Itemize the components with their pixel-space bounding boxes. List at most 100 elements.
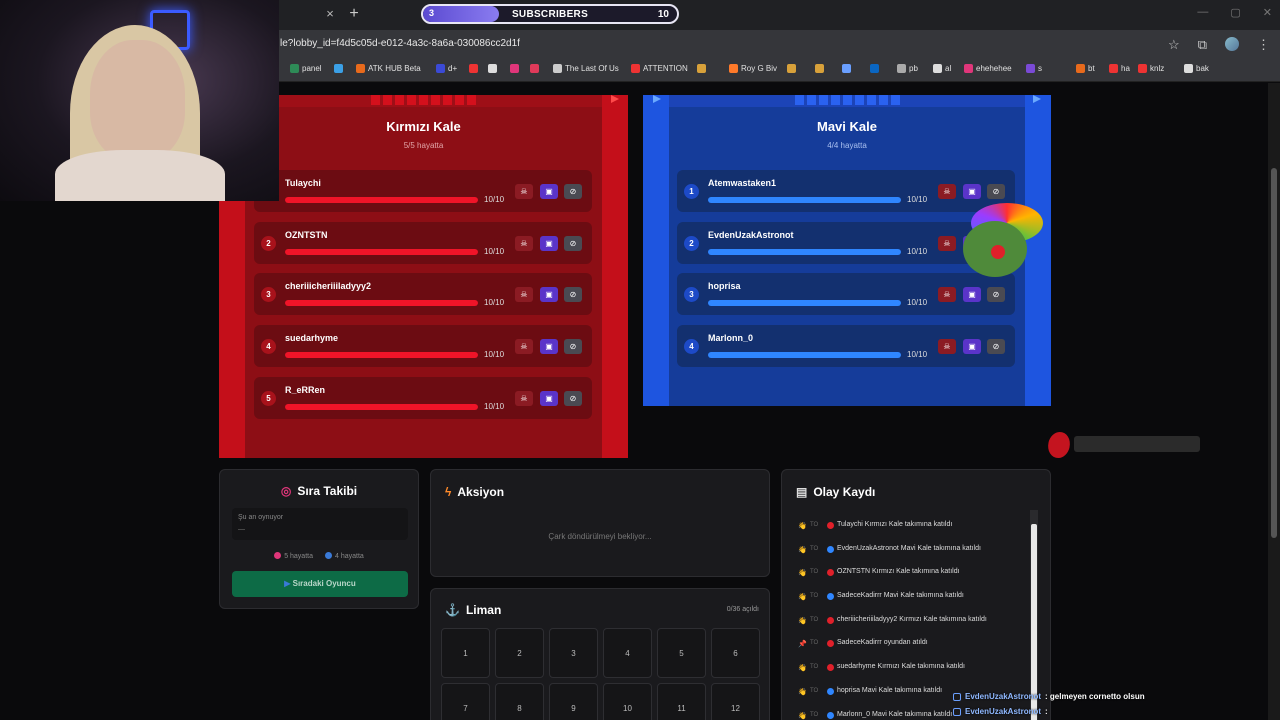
bookmark-item[interactable]: ATK HUB Beta <box>356 64 421 73</box>
extensions-icon[interactable]: ⧉ <box>1198 37 1207 53</box>
bookmark-item[interactable]: d+ <box>436 64 457 73</box>
card-icon[interactable]: ▣ <box>963 339 981 355</box>
minimize-icon[interactable]: — <box>1197 6 1208 19</box>
bookmark-item[interactable] <box>870 64 882 73</box>
card-icon[interactable]: ▣ <box>540 339 558 355</box>
harbor-cell[interactable]: 5 <box>657 628 706 678</box>
card-icon[interactable]: ▣ <box>963 184 981 199</box>
skull-icon[interactable]: ☠ <box>938 339 956 355</box>
health-bar-fill <box>285 300 478 307</box>
blue-team-dot-icon <box>827 593 834 601</box>
ban-icon[interactable]: ⊘ <box>564 184 582 199</box>
bookmark-item[interactable] <box>530 64 542 73</box>
wave-icon: 👋 <box>798 570 807 578</box>
chat-message: EvdenUzakAstronot: <box>953 704 1273 719</box>
ban-icon[interactable]: ⊘ <box>564 339 582 355</box>
skull-icon[interactable]: ☠ <box>515 390 533 406</box>
harbor-cell[interactable]: 1 <box>441 628 490 678</box>
log-entry: 👋 TO Tulaychi Kırmızı Kale takımına katıld… <box>798 518 1038 542</box>
log-tag: TO <box>810 711 819 718</box>
bookmark-item[interactable]: Roy G Biv <box>729 64 777 73</box>
maximize-icon[interactable]: ▢ <box>1230 6 1240 19</box>
bookmark-label: ATTENTION <box>643 64 688 73</box>
bookmark-item[interactable] <box>815 64 827 73</box>
harbor-cell[interactable]: 8 <box>495 683 544 720</box>
menu-dots-icon[interactable]: ⋮ <box>1257 37 1270 53</box>
skull-icon[interactable]: ☠ <box>515 235 533 251</box>
tab-close-icon[interactable]: × <box>322 6 338 22</box>
skull-icon[interactable]: ☠ <box>515 184 533 199</box>
ban-icon[interactable]: ⊘ <box>987 287 1005 303</box>
card-icon[interactable]: ▣ <box>963 287 981 303</box>
health-bar-fill <box>285 352 478 359</box>
harbor-cell[interactable]: 3 <box>549 628 598 678</box>
ban-icon[interactable]: ⊘ <box>564 390 582 406</box>
profile-avatar[interactable] <box>1225 37 1239 51</box>
blue-team-dot-icon <box>827 545 834 553</box>
bookmark-item[interactable]: ATTENTION <box>631 64 688 73</box>
bookmark-item[interactable] <box>510 64 522 73</box>
bookmark-item[interactable]: The Last Of Us <box>553 64 619 73</box>
bookmark-item[interactable] <box>787 64 799 73</box>
ban-icon[interactable]: ⊘ <box>987 339 1005 355</box>
health-value: 10/10 <box>907 350 928 360</box>
new-tab-icon[interactable]: + <box>345 5 363 23</box>
skull-icon[interactable]: ☠ <box>938 287 956 303</box>
bookmark-item[interactable]: bt <box>1076 64 1095 73</box>
bookmark-item[interactable]: knlz <box>1138 64 1164 73</box>
harbor-cell[interactable]: 10 <box>603 683 652 720</box>
bookmark-item[interactable] <box>469 64 481 73</box>
red-team-dot-icon <box>827 664 834 672</box>
now-playing-label: Şu an oynuyor <box>238 514 284 521</box>
bookmark-item[interactable]: s <box>1026 64 1042 73</box>
card-icon[interactable]: ▣ <box>540 287 558 303</box>
close-window-icon[interactable]: ✕ <box>1263 6 1272 19</box>
bookmark-item[interactable]: pb <box>897 64 918 73</box>
skull-icon[interactable]: ☠ <box>515 287 533 303</box>
card-icon[interactable]: ▣ <box>540 184 558 199</box>
harbor-cell[interactable]: 11 <box>657 683 706 720</box>
card-icon[interactable]: ▣ <box>540 235 558 251</box>
bookmark-item[interactable]: al <box>933 64 951 73</box>
bookmark-star-icon[interactable]: ☆ <box>1168 37 1180 53</box>
harbor-cell[interactable]: 12 <box>711 683 760 720</box>
blue-team-dot-icon <box>827 711 834 719</box>
harbor-cell[interactable]: 6 <box>711 628 760 678</box>
pin-icon: 📌 <box>798 641 807 649</box>
log-text: OZNTSTN Kırmızı Kale takımına katıldı <box>837 568 960 576</box>
next-player-button[interactable]: ▶ Sıradaki Oyuncu <box>232 571 408 597</box>
bookmark-favicon-icon <box>1076 64 1085 73</box>
bookmark-item[interactable]: ha <box>1109 64 1130 73</box>
harbor-grid: 1 2 3 4 5 6 7 8 9 10 11 12 <box>441 628 761 720</box>
card-icon[interactable]: ▣ <box>540 390 558 406</box>
player-row: 3 cheriiicheriiiladyyy2 10/10 ☠ ▣ ⊘ <box>254 273 592 316</box>
target-icon: ◎ <box>280 484 292 498</box>
health-bar <box>285 197 478 203</box>
chat-username: EvdenUzakAstronot <box>965 707 1042 716</box>
ban-icon[interactable]: ⊘ <box>564 235 582 251</box>
ban-icon[interactable]: ⊘ <box>987 184 1005 199</box>
harbor-cell[interactable]: 2 <box>495 628 544 678</box>
bookmark-favicon-icon <box>553 64 562 73</box>
health-bar <box>285 403 478 410</box>
bookmark-item[interactable]: panel <box>290 64 322 73</box>
skull-icon[interactable]: ☠ <box>515 339 533 355</box>
harbor-cell[interactable]: 4 <box>603 628 652 678</box>
bookmark-item[interactable] <box>842 64 854 73</box>
harbor-cell[interactable]: 9 <box>549 683 598 720</box>
harbor-cell[interactable]: 7 <box>441 683 490 720</box>
bookmark-item[interactable]: ehehehee <box>964 64 1012 73</box>
bookmark-item[interactable] <box>334 64 346 73</box>
bookmark-item[interactable] <box>697 64 709 73</box>
player-number: 1 <box>684 184 699 199</box>
lightning-icon: ϟ <box>445 485 452 499</box>
red-castle: Kırmızı Kale 5/5 hayatta 1Tulaychi10/10☠… <box>219 95 628 458</box>
page-scrollbar[interactable] <box>1268 83 1280 720</box>
ban-icon[interactable]: ⊘ <box>564 287 582 303</box>
bookmark-label: s <box>1038 64 1042 73</box>
bookmark-item[interactable]: bak <box>1184 64 1209 73</box>
bookmark-item[interactable] <box>488 64 500 73</box>
url-input[interactable]: le?lobby_id=f4d5c05d-e012-4a3c-8a6a-0300… <box>280 38 520 49</box>
player-row: 2 OZNTSTN 10/10 ☠ ▣ ⊘ <box>254 221 592 264</box>
skull-icon[interactable]: ☠ <box>938 184 956 199</box>
